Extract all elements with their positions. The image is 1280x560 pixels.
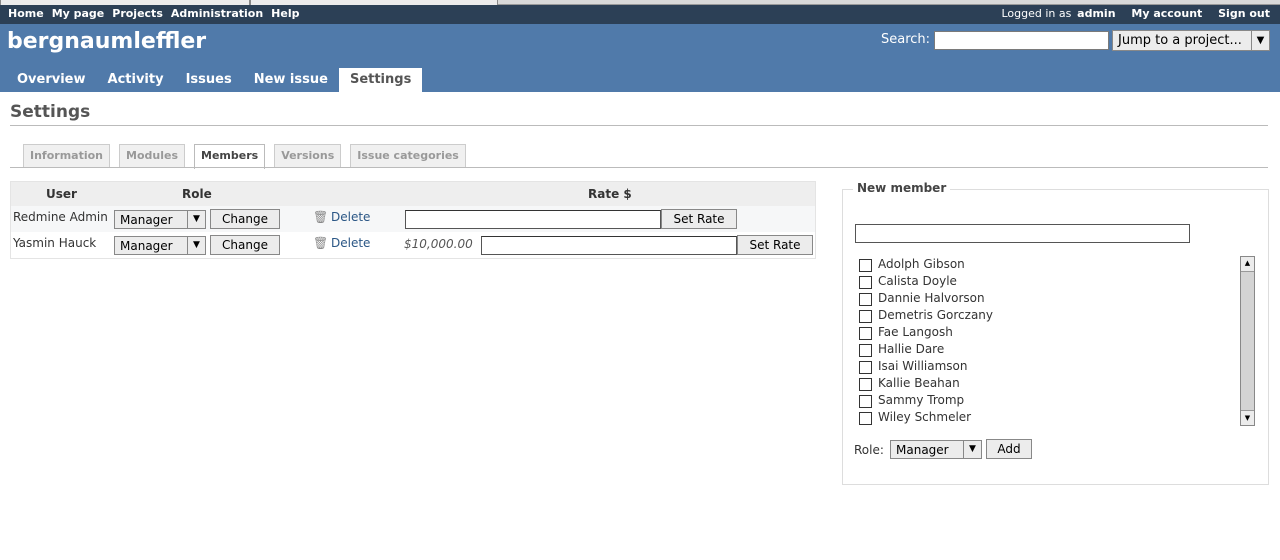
chevron-down-icon: ▼ (187, 237, 205, 254)
principal-checkbox[interactable] (859, 361, 872, 374)
delete-member-link[interactable]: Delete (331, 210, 370, 224)
top-menu-home[interactable]: Home (8, 7, 44, 20)
principal-checkbox[interactable] (859, 344, 872, 357)
principals-scrollbar[interactable]: ▲ ▼ (1240, 256, 1255, 426)
tab-members[interactable]: Members (194, 144, 266, 169)
rate-input[interactable] (405, 210, 661, 229)
main-menu-activity[interactable]: Activity (97, 68, 175, 92)
jump-to-project-value: Jump to a project... (1118, 33, 1242, 48)
header: bergnaumleffler Search: Jump to a projec… (0, 24, 1280, 92)
principal-name: Demetris Gorczany (878, 308, 994, 322)
new-member-fieldset: New member Adolph Gibson Calista Doyle D… (842, 181, 1269, 485)
scroll-down-arrow-icon[interactable]: ▼ (1241, 412, 1254, 425)
member-user-name: Yasmin Hauck (13, 236, 97, 250)
new-member-legend: New member (853, 181, 951, 195)
settings-tabs: Information Modules Members Versions Iss… (23, 144, 475, 169)
page-title: Settings (10, 102, 91, 122)
scrollbar-thumb[interactable] (1241, 271, 1254, 411)
chevron-down-icon: ▼ (1251, 31, 1269, 50)
column-header-rate: Rate $ (588, 187, 632, 201)
tab-information[interactable]: Information (23, 144, 110, 168)
main-menu-new-issue[interactable]: New issue (243, 68, 339, 92)
search-input[interactable] (934, 31, 1109, 50)
principal-name: Dannie Halvorson (878, 291, 985, 305)
chevron-down-icon: ▼ (187, 211, 205, 228)
top-menu-my-page[interactable]: My page (52, 7, 105, 20)
principal-name: Hallie Dare (878, 342, 945, 356)
new-member-role-label: Role: (854, 443, 884, 457)
sign-out-link[interactable]: Sign out (1218, 7, 1270, 20)
table-row: Yasmin Hauck Manager ▼ Change 🗑 Delete $… (11, 232, 815, 258)
top-menu-help[interactable]: Help (271, 7, 299, 20)
main-menu-issues[interactable]: Issues (175, 68, 243, 92)
principal-name: Isai Williamson (878, 359, 968, 373)
principal-checkbox[interactable] (859, 395, 872, 408)
main-menu-overview[interactable]: Overview (6, 68, 97, 92)
principal-name: Adolph Gibson (878, 257, 965, 271)
principal-checkbox[interactable] (859, 310, 872, 323)
principal-name: Wiley Schmeler (878, 410, 972, 424)
top-menu-administration[interactable]: Administration (171, 7, 263, 20)
main-menu-settings[interactable]: Settings (338, 68, 423, 92)
tab-versions[interactable]: Versions (274, 144, 342, 168)
project-title: bergnaumleffler (7, 29, 207, 54)
principal-checkbox[interactable] (859, 327, 872, 340)
tabs-divider (10, 167, 1268, 168)
member-user-name: Redmine Admin (13, 210, 108, 224)
add-member-button[interactable]: Add (986, 439, 1032, 459)
principal-name: Kallie Beahan (878, 376, 960, 390)
members-table-header: User Role Rate $ (11, 182, 815, 206)
set-rate-button[interactable]: Set Rate (661, 209, 737, 229)
principal-checkbox[interactable] (859, 259, 872, 272)
main-menu: Overview Activity Issues New issue Setti… (6, 68, 423, 92)
column-header-user: User (46, 187, 77, 201)
jump-to-project-select[interactable]: Jump to a project... ▼ (1112, 30, 1270, 51)
principal-name: Calista Doyle (878, 274, 957, 288)
my-account-link[interactable]: My account (1131, 7, 1202, 20)
top-menu: Home My page Projects Administration Help Lo… (0, 5, 1280, 24)
delete-member-link[interactable]: Delete (331, 236, 370, 250)
logged-in-label: Logged in as (1001, 7, 1072, 20)
principal-name: Sammy Tromp (878, 393, 965, 407)
table-row: Redmine Admin Manager ▼ Change 🗑 Delete … (11, 206, 815, 232)
tab-issue-categories[interactable]: Issue categories (350, 144, 466, 168)
content: Settings Information Modules Members Ver… (0, 92, 1280, 560)
change-role-button[interactable]: Change (210, 235, 280, 255)
logged-in-user-link[interactable]: admin (1077, 7, 1115, 20)
member-search-input[interactable] (855, 224, 1190, 243)
principals-list: Adolph Gibson Calista Doyle Dannie Halvo… (859, 256, 1239, 428)
principal-name: Fae Langosh (878, 325, 953, 339)
principal-checkbox[interactable] (859, 412, 872, 425)
set-rate-button[interactable]: Set Rate (737, 235, 813, 255)
principal-checkbox[interactable] (859, 293, 872, 306)
member-role-select[interactable]: Manager ▼ (114, 236, 206, 255)
top-menu-projects[interactable]: Projects (112, 7, 163, 20)
chevron-down-icon: ▼ (963, 441, 981, 458)
scroll-up-arrow-icon[interactable]: ▲ (1241, 257, 1254, 270)
member-role-value: Manager (120, 213, 173, 227)
trash-icon: 🗑 (313, 236, 329, 250)
member-role-select[interactable]: Manager ▼ (114, 210, 206, 229)
rate-input[interactable] (481, 236, 737, 255)
search-label: Search: (881, 32, 931, 47)
tab-modules[interactable]: Modules (119, 144, 185, 168)
title-divider (10, 125, 1268, 126)
principal-checkbox[interactable] (859, 276, 872, 289)
new-member-role-value: Manager (896, 443, 949, 457)
members-table: User Role Rate $ Redmine Admin Manager ▼… (10, 181, 816, 259)
principal-checkbox[interactable] (859, 378, 872, 391)
column-header-role: Role (182, 187, 212, 201)
new-member-role-select[interactable]: Manager ▼ (890, 440, 982, 459)
member-rate: $10,000.00 (404, 237, 473, 251)
member-role-value: Manager (120, 239, 173, 253)
change-role-button[interactable]: Change (210, 209, 280, 229)
trash-icon: 🗑 (313, 210, 329, 224)
